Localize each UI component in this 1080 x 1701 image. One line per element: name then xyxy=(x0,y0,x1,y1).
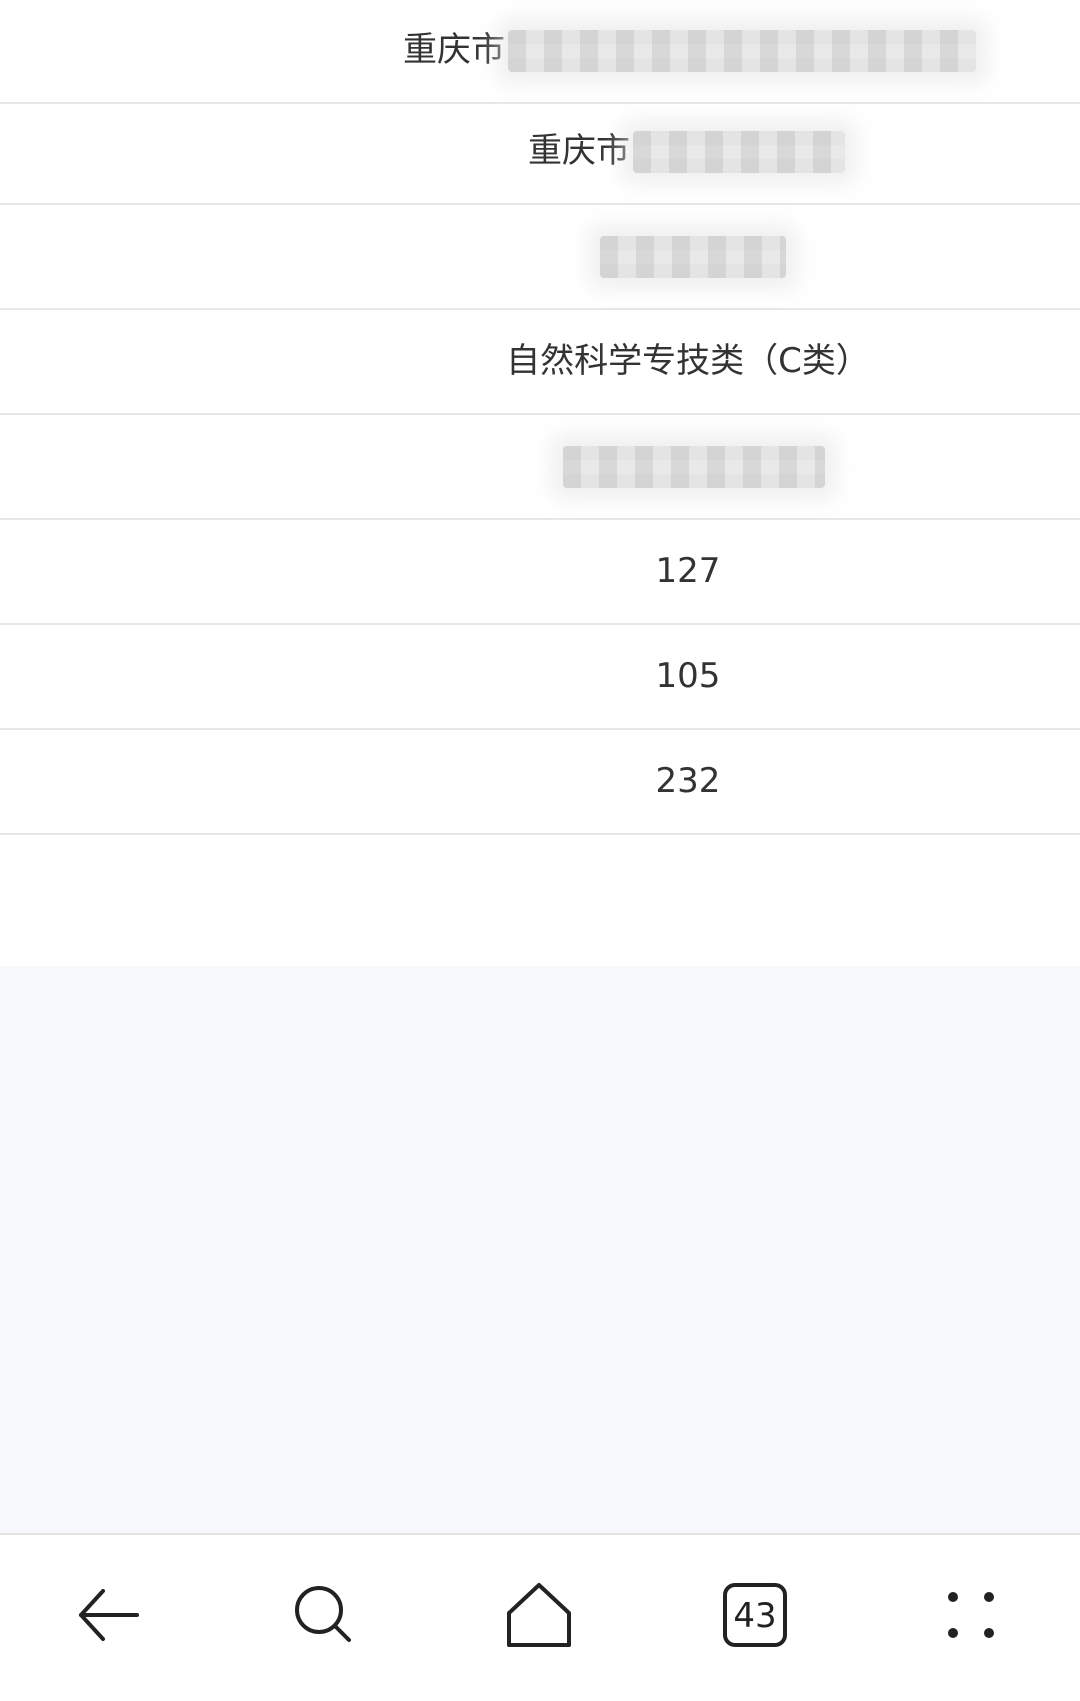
table-row: 自然科学专技类（C类） xyxy=(0,311,1080,415)
table-cell: 127 xyxy=(655,551,721,591)
back-button[interactable] xyxy=(48,1555,168,1675)
table-row xyxy=(0,206,1080,310)
redacted-blur xyxy=(563,446,825,488)
table-row: 232 xyxy=(0,731,1080,835)
bottom-navigation-bar: 43 xyxy=(0,1533,1080,1701)
home-button[interactable] xyxy=(479,1555,599,1675)
table-row: 重庆市 xyxy=(0,101,1080,205)
arrow-left-icon xyxy=(79,1589,139,1641)
tabs-icon: 43 xyxy=(723,1583,787,1647)
search-button[interactable] xyxy=(264,1555,384,1675)
table-cell: 重庆市 xyxy=(528,131,630,171)
table-cell: 重庆市 xyxy=(403,30,505,70)
redacted-blur xyxy=(508,30,976,72)
home-icon xyxy=(507,1583,571,1647)
search-icon xyxy=(295,1586,351,1642)
empty-page-area xyxy=(0,966,1080,1533)
four-dots-menu-icon xyxy=(948,1592,994,1638)
table-cell: 自然科学专技类（C类） xyxy=(506,341,870,381)
menu-button[interactable] xyxy=(911,1555,1031,1675)
tabs-button[interactable]: 43 xyxy=(695,1555,815,1675)
table-cell: 105 xyxy=(655,656,721,696)
table-row: 重庆市 xyxy=(0,0,1080,104)
table-row: 105 xyxy=(0,626,1080,730)
table-row: 127 xyxy=(0,521,1080,625)
redacted-blur xyxy=(633,131,845,173)
tabs-count: 43 xyxy=(733,1596,776,1636)
redacted-blur xyxy=(600,236,786,278)
table-row xyxy=(0,416,1080,520)
table-cell: 232 xyxy=(655,761,721,801)
